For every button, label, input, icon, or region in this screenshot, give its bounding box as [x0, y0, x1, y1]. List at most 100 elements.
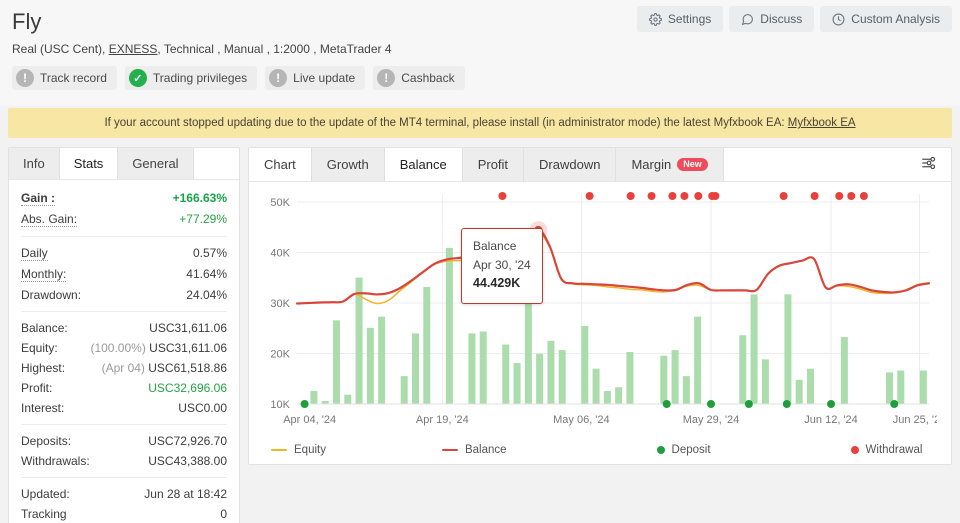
tab-profit[interactable]: Profit — [462, 148, 525, 181]
withdrawal-marker[interactable] — [585, 192, 594, 200]
status-badge[interactable]: ! Cashback — [373, 66, 465, 91]
stat-row: Daily 0.57% — [21, 243, 227, 264]
withdrawal-marker[interactable] — [498, 192, 507, 200]
deposit-marker[interactable] — [662, 400, 671, 408]
stat-value-wrap: +166.63% — [173, 191, 227, 205]
y-axis-tick-label: 50K — [270, 197, 290, 209]
volume-bar — [671, 350, 679, 404]
withdrawal-marker[interactable] — [711, 192, 720, 200]
deposit-marker[interactable] — [890, 400, 899, 408]
chart-panel: Chart Growth Balance Profit Drawdown Margin Ne… — [248, 147, 952, 465]
deposit-marker[interactable] — [300, 400, 309, 408]
tab-label: Drawdown — [539, 157, 601, 172]
volume-bar — [886, 372, 893, 404]
warning-icon: ! — [377, 69, 396, 88]
hover-point — [534, 225, 543, 235]
tab-chart[interactable]: Chart — [249, 148, 312, 181]
custom-analysis-button[interactable]: Custom Analysis — [820, 6, 952, 32]
sidebar-tab-info[interactable]: Info — [9, 148, 60, 179]
sliders-icon — [920, 156, 938, 175]
tab-growth[interactable]: Growth — [311, 148, 385, 181]
volume-bar — [660, 355, 668, 404]
deposit-marker[interactable] — [706, 400, 715, 408]
warning-icon: ! — [269, 69, 288, 88]
header-actions: Settings Discuss Custom Analysis — [636, 6, 952, 32]
volume-bar — [750, 294, 758, 404]
deposit-marker[interactable] — [782, 400, 791, 408]
legend-item[interactable]: Withdrawal — [850, 444, 923, 456]
withdrawal-marker[interactable] — [847, 192, 856, 200]
withdrawal-marker[interactable] — [694, 192, 703, 200]
stat-value-prefix: (100.00%) — [90, 341, 150, 355]
volume-bar — [366, 327, 374, 404]
legend-label: Withdrawal — [865, 444, 923, 456]
settings-button[interactable]: Settings — [636, 6, 724, 32]
stat-value: 0 — [220, 507, 227, 521]
page-header: Fly Real (USC Cent), EXNESS, Technical ,… — [0, 0, 960, 106]
withdrawal-marker[interactable] — [626, 192, 635, 200]
legend-item[interactable]: Balance — [441, 444, 507, 456]
stat-value-wrap: USC31,611.06 — [149, 321, 227, 335]
stat-label: Gain : — [21, 191, 56, 206]
discuss-button-label: Discuss — [760, 12, 803, 26]
chart-settings-button[interactable] — [917, 151, 941, 178]
volume-bar — [694, 316, 702, 404]
stat-row: Monthly: 41.64% — [21, 264, 227, 285]
volume-bar — [807, 368, 814, 404]
x-axis-tick-label: Apr 04, '24 — [283, 414, 336, 426]
stat-value-wrap: USC32,696.06 — [148, 381, 227, 395]
legend-line-marker — [441, 449, 458, 451]
stat-value-wrap: USC72,926.70 — [148, 434, 227, 448]
balance-chart: 10K 20K 30K 40K 50K Apr 04, '24 Apr 19, '24 May… — [249, 182, 951, 442]
withdrawal-marker[interactable] — [810, 192, 819, 200]
volume-bar — [739, 335, 747, 404]
y-axis-tick-label: 30K — [270, 298, 290, 310]
withdrawal-marker[interactable] — [680, 192, 689, 200]
volume-bar — [310, 390, 318, 404]
status-badge[interactable]: ! Live update — [265, 66, 366, 91]
stat-value: USC43,388.00 — [148, 454, 227, 468]
myfxbook-ea-link[interactable]: Myfxbook EA — [788, 117, 856, 129]
withdrawal-marker[interactable] — [668, 192, 677, 200]
update-notice-text: If your account stopped updating due to … — [104, 117, 785, 129]
withdrawal-marker[interactable] — [859, 192, 868, 200]
stat-label: Updated: — [21, 487, 70, 501]
withdrawal-marker[interactable] — [779, 192, 788, 200]
y-axis-tick-label: 10K — [270, 399, 290, 411]
deposit-marker[interactable] — [827, 400, 836, 408]
volume-bar — [344, 394, 352, 404]
deposit-marker[interactable] — [744, 400, 753, 408]
broker-link[interactable]: EXNESS — [109, 42, 158, 56]
new-badge: New — [677, 158, 708, 171]
legend-item[interactable]: Equity — [271, 444, 326, 456]
stat-label: Interest: — [21, 401, 65, 415]
volume-bar — [445, 247, 453, 404]
stats-sidebar: Info Stats General Gain : +166.63% Abs. Gain… — [8, 147, 240, 523]
sidebar-tab-general[interactable]: General — [118, 148, 194, 179]
stats-divider — [21, 311, 227, 312]
gear-icon — [648, 12, 662, 26]
tab-margin[interactable]: Margin New — [616, 148, 724, 181]
status-badge[interactable]: ! Track record — [12, 66, 117, 91]
sidebar-tab-stats[interactable]: Stats — [59, 148, 119, 179]
status-badge[interactable]: ✓ Trading privileges — [124, 66, 258, 91]
account-meta-prefix: Real (USC Cent), — [12, 42, 106, 57]
stat-row: Tracking 0 — [21, 504, 227, 523]
discuss-button[interactable]: Discuss — [729, 6, 815, 32]
stat-value-wrap: (100.00%) USC31,611.06 — [90, 341, 227, 355]
stat-value: USC72,926.70 — [148, 434, 227, 448]
stats-divider — [21, 477, 227, 478]
balance-chart-svg[interactable]: 10K 20K 30K 40K 50K Apr 04, '24 Apr 19, '24 May… — [257, 188, 937, 438]
withdrawal-marker[interactable] — [835, 192, 844, 200]
stats-divider — [21, 236, 227, 237]
withdrawal-marker[interactable] — [647, 192, 656, 200]
stat-label: Profit: — [21, 381, 53, 395]
warning-icon: ! — [16, 69, 34, 88]
legend-item[interactable]: Deposit — [656, 444, 711, 456]
volume-bar — [682, 376, 690, 404]
tab-balance[interactable]: Balance — [384, 148, 463, 181]
tab-drawdown[interactable]: Drawdown — [524, 148, 617, 181]
stat-value-wrap: 0 — [220, 507, 227, 521]
stat-row: Deposits: USC72,926.70 — [21, 431, 227, 451]
x-axis-tick-label: Apr 19, '24 — [416, 414, 469, 426]
